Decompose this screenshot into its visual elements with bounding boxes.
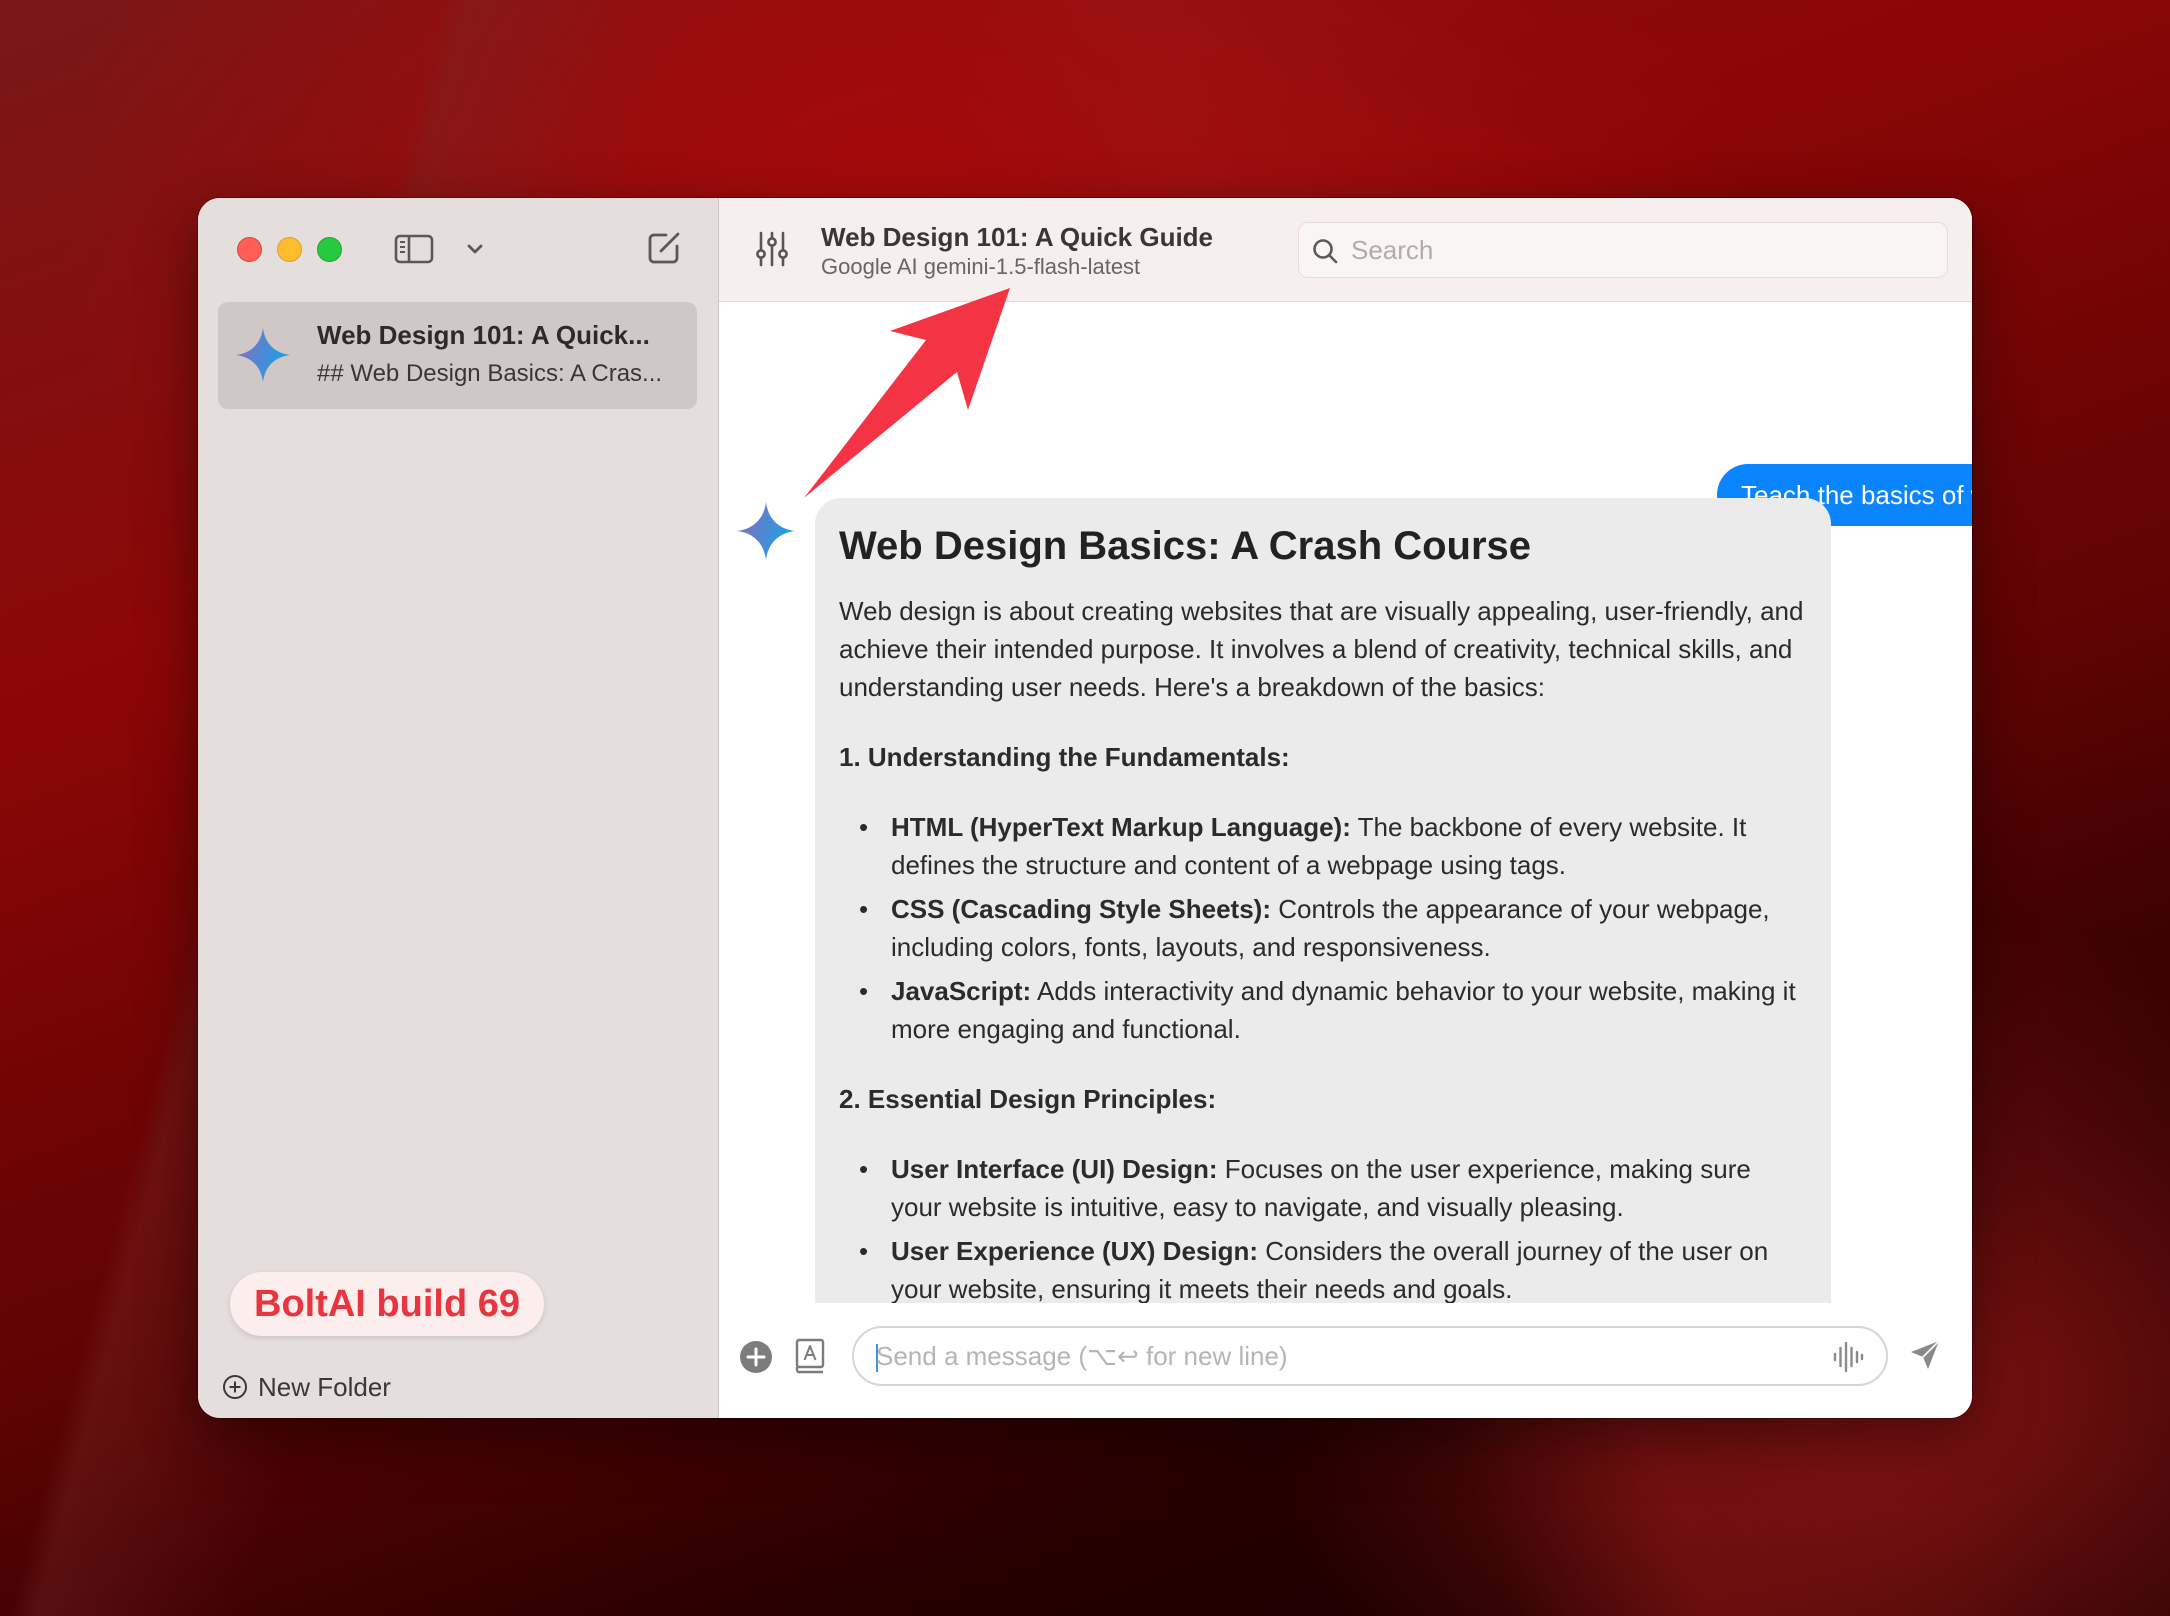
list-item-term: CSS (Cascading Style Sheets): [891, 894, 1271, 924]
chat-title[interactable]: Web Design 101: A Quick Guide [821, 222, 1213, 253]
message-input[interactable] [876, 1328, 1816, 1384]
gemini-star-icon [235, 327, 291, 383]
response-heading: Web Design Basics: A Crash Course [839, 524, 1532, 568]
sliders-icon[interactable] [755, 230, 789, 268]
conversation-item[interactable]: Web Design 101: A Quick... ## Web Design… [218, 302, 697, 409]
close-window-button[interactable] [237, 237, 262, 262]
new-folder-label: New Folder [258, 1371, 391, 1402]
sidebar: Web Design 101: A Quick... ## Web Design… [198, 198, 719, 1418]
conversation-preview: ## Web Design Basics: A Cras... [317, 360, 663, 387]
gemini-star-icon [737, 502, 795, 560]
minimize-window-button[interactable] [277, 237, 302, 262]
list-item: CSS (Cascading Style Sheets): Controls t… [839, 890, 1807, 966]
new-folder-button[interactable]: New Folder [222, 1370, 391, 1404]
list-item: HTML (HyperText Markup Language): The ba… [839, 808, 1807, 884]
model-name: Google AI gemini-1.5-flash-latest [821, 254, 1141, 279]
chat-pane: Web Design 101: A Quick Guide Google AI … [719, 198, 1972, 1418]
compose-icon[interactable] [646, 230, 682, 266]
plus-circle-icon [223, 1375, 247, 1399]
search-input[interactable] [1351, 223, 1931, 277]
bullet-list: HTML (HyperText Markup Language): The ba… [839, 808, 1807, 1048]
list-item-term: User Interface (UI) Design: [891, 1154, 1218, 1184]
list-item: JavaScript: Adds interactivity and dynam… [839, 972, 1807, 1048]
assistant-message: Web Design Basics: A Crash Course Web de… [815, 498, 1831, 1303]
composer [719, 1326, 1972, 1386]
list-item-term: HTML (HyperText Markup Language): [891, 812, 1351, 842]
bullet-list: User Interface (UI) Design: Focuses on t… [839, 1150, 1807, 1303]
list-item: User Experience (UX) Design: Considers t… [839, 1232, 1807, 1303]
list-item: User Interface (UI) Design: Focuses on t… [839, 1150, 1807, 1226]
message-list[interactable]: Teach the basics of web design. Web Desi… [719, 302, 1972, 1303]
chat-header: Web Design 101: A Quick Guide Google AI … [719, 198, 1972, 302]
list-item-term: JavaScript: [891, 976, 1032, 1006]
prompt-library-icon[interactable] [793, 1338, 827, 1374]
section-title: 2. Essential Design Principles: [839, 1084, 1217, 1114]
response-intro: Web design is about creating websites th… [839, 596, 1804, 702]
list-item-term: User Experience (UX) Design: [891, 1236, 1259, 1266]
chevron-down-icon[interactable] [464, 238, 486, 260]
section-title: 1. Understanding the Fundamentals: [839, 742, 1290, 772]
sidebar-toggle-icon[interactable] [394, 234, 434, 264]
send-icon[interactable] [1908, 1338, 1942, 1372]
zoom-window-button[interactable] [317, 237, 342, 262]
add-attachment-icon[interactable] [739, 1340, 773, 1374]
conversation-title: Web Design 101: A Quick... [317, 320, 650, 350]
build-badge: BoltAI build 69 [230, 1272, 544, 1336]
search-icon [1313, 239, 1338, 264]
search-field[interactable] [1298, 222, 1948, 278]
app-window: Web Design 101: A Quick... ## Web Design… [198, 198, 1972, 1418]
message-field[interactable] [852, 1326, 1888, 1386]
voice-input-icon[interactable] [1832, 1342, 1864, 1372]
